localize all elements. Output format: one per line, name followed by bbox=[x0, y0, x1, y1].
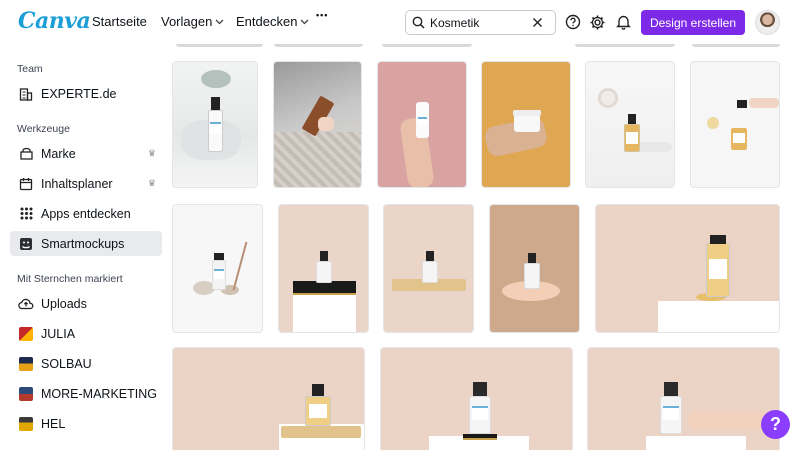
building-icon bbox=[18, 86, 34, 102]
mockup-tile[interactable] bbox=[383, 204, 474, 333]
calendar-icon bbox=[18, 176, 34, 192]
crown-icon: ♛ bbox=[147, 148, 156, 158]
sidebar-item-label: SOLBAU bbox=[41, 356, 92, 371]
nav-startseite-label: Startseite bbox=[92, 14, 147, 29]
sidebar-item-inhaltsplaner[interactable]: Inhaltsplaner ♛ bbox=[10, 171, 162, 196]
mockup-tile[interactable] bbox=[172, 204, 263, 333]
apps-grid-icon bbox=[18, 206, 34, 222]
sidebar-item-apps[interactable]: Apps entdecken bbox=[10, 201, 162, 226]
partial-tile bbox=[692, 44, 780, 47]
sidebar-item-solbau[interactable]: SOLBAU bbox=[10, 351, 162, 376]
search-input[interactable] bbox=[430, 15, 526, 30]
crown-icon: ♛ bbox=[147, 178, 156, 188]
nav-startseite[interactable]: Startseite bbox=[92, 14, 147, 29]
sidebar-item-uploads[interactable]: Uploads bbox=[10, 291, 162, 316]
mockup-tile[interactable] bbox=[273, 61, 362, 188]
sidebar-item-julia[interactable]: JULIA bbox=[10, 321, 162, 346]
mockup-tile[interactable] bbox=[380, 347, 573, 450]
partial-tile bbox=[176, 44, 263, 47]
sidebar-item-label: Uploads bbox=[41, 296, 87, 311]
mockup-results-grid bbox=[172, 44, 800, 450]
partial-tile bbox=[274, 44, 363, 47]
nav-entdecken[interactable]: Entdecken bbox=[236, 14, 309, 29]
nav-entdecken-label: Entdecken bbox=[236, 14, 298, 29]
folder-thumbnail-icon bbox=[18, 386, 34, 402]
cloud-upload-icon bbox=[18, 296, 34, 312]
search-icon bbox=[406, 16, 430, 29]
mockup-tile[interactable] bbox=[377, 61, 467, 188]
brand-kit-icon bbox=[18, 146, 34, 162]
sidebar-item-label: Smartmockups bbox=[41, 236, 125, 251]
sidebar-item-label: HEL bbox=[41, 416, 66, 431]
mockup-tile[interactable] bbox=[172, 61, 258, 188]
partial-tile bbox=[575, 44, 675, 47]
sidebar-starred-title: Mit Sternchen markiert bbox=[17, 273, 123, 285]
mockup-tile[interactable] bbox=[172, 347, 365, 450]
help-fab-button[interactable]: ? bbox=[761, 410, 790, 439]
sidebar-item-label: EXPERTE.de bbox=[41, 86, 117, 101]
bell-icon[interactable] bbox=[614, 13, 632, 31]
sidebar-item-hel[interactable]: HEL bbox=[10, 411, 162, 436]
sidebar-item-experte[interactable]: EXPERTE.de bbox=[10, 81, 162, 106]
sidebar-tools-title: Werkzeuge bbox=[17, 123, 70, 135]
sidebar-item-label: Marke bbox=[41, 146, 76, 161]
smartmockups-icon bbox=[18, 236, 34, 252]
sidebar-item-smartmockups[interactable]: Smartmockups bbox=[10, 231, 162, 256]
mockup-tile[interactable] bbox=[690, 61, 780, 188]
folder-thumbnail-icon bbox=[18, 356, 34, 372]
sidebar-item-label: MORE-MARKETING bbox=[41, 386, 157, 401]
search-bar[interactable] bbox=[405, 10, 556, 35]
mockup-tile[interactable] bbox=[489, 204, 580, 333]
sidebar: Team EXPERTE.de Werkzeuge Marke ♛ Inhalt… bbox=[0, 44, 172, 450]
mockup-tile[interactable] bbox=[595, 204, 780, 333]
sidebar-item-marke[interactable]: Marke ♛ bbox=[10, 141, 162, 166]
canva-logo[interactable]: Canva bbox=[18, 8, 91, 34]
nav-vorlagen-label: Vorlagen bbox=[161, 14, 213, 29]
design-erstellen-button[interactable]: Design erstellen bbox=[641, 10, 745, 35]
chevron-down-icon bbox=[215, 17, 224, 27]
more-dots-icon: ••• bbox=[316, 10, 329, 20]
more-menu-button[interactable]: ••• bbox=[316, 10, 328, 20]
nav-vorlagen[interactable]: Vorlagen bbox=[161, 14, 224, 29]
chevron-down-icon bbox=[300, 17, 309, 27]
sidebar-item-label: Apps entdecken bbox=[41, 206, 131, 221]
mockup-tile[interactable] bbox=[278, 204, 369, 333]
avatar[interactable] bbox=[755, 10, 780, 35]
mockup-tile[interactable] bbox=[481, 61, 571, 188]
mockup-tile[interactable] bbox=[585, 61, 675, 188]
help-icon[interactable] bbox=[564, 13, 582, 31]
sidebar-item-more-marketing[interactable]: MORE-MARKETING bbox=[10, 381, 162, 406]
sidebar-item-label: JULIA bbox=[41, 326, 76, 341]
mockup-tile[interactable] bbox=[587, 347, 780, 450]
folder-thumbnail-icon bbox=[18, 326, 34, 342]
sidebar-team-title: Team bbox=[17, 63, 43, 75]
sidebar-item-label: Inhaltsplaner bbox=[41, 176, 113, 191]
top-bar: Canva Startseite Vorlagen Entdecken ••• … bbox=[0, 0, 800, 44]
gear-icon[interactable] bbox=[588, 13, 606, 31]
clear-search-icon[interactable] bbox=[526, 17, 548, 28]
folder-thumbnail-icon bbox=[18, 416, 34, 432]
partial-tile bbox=[382, 44, 472, 47]
